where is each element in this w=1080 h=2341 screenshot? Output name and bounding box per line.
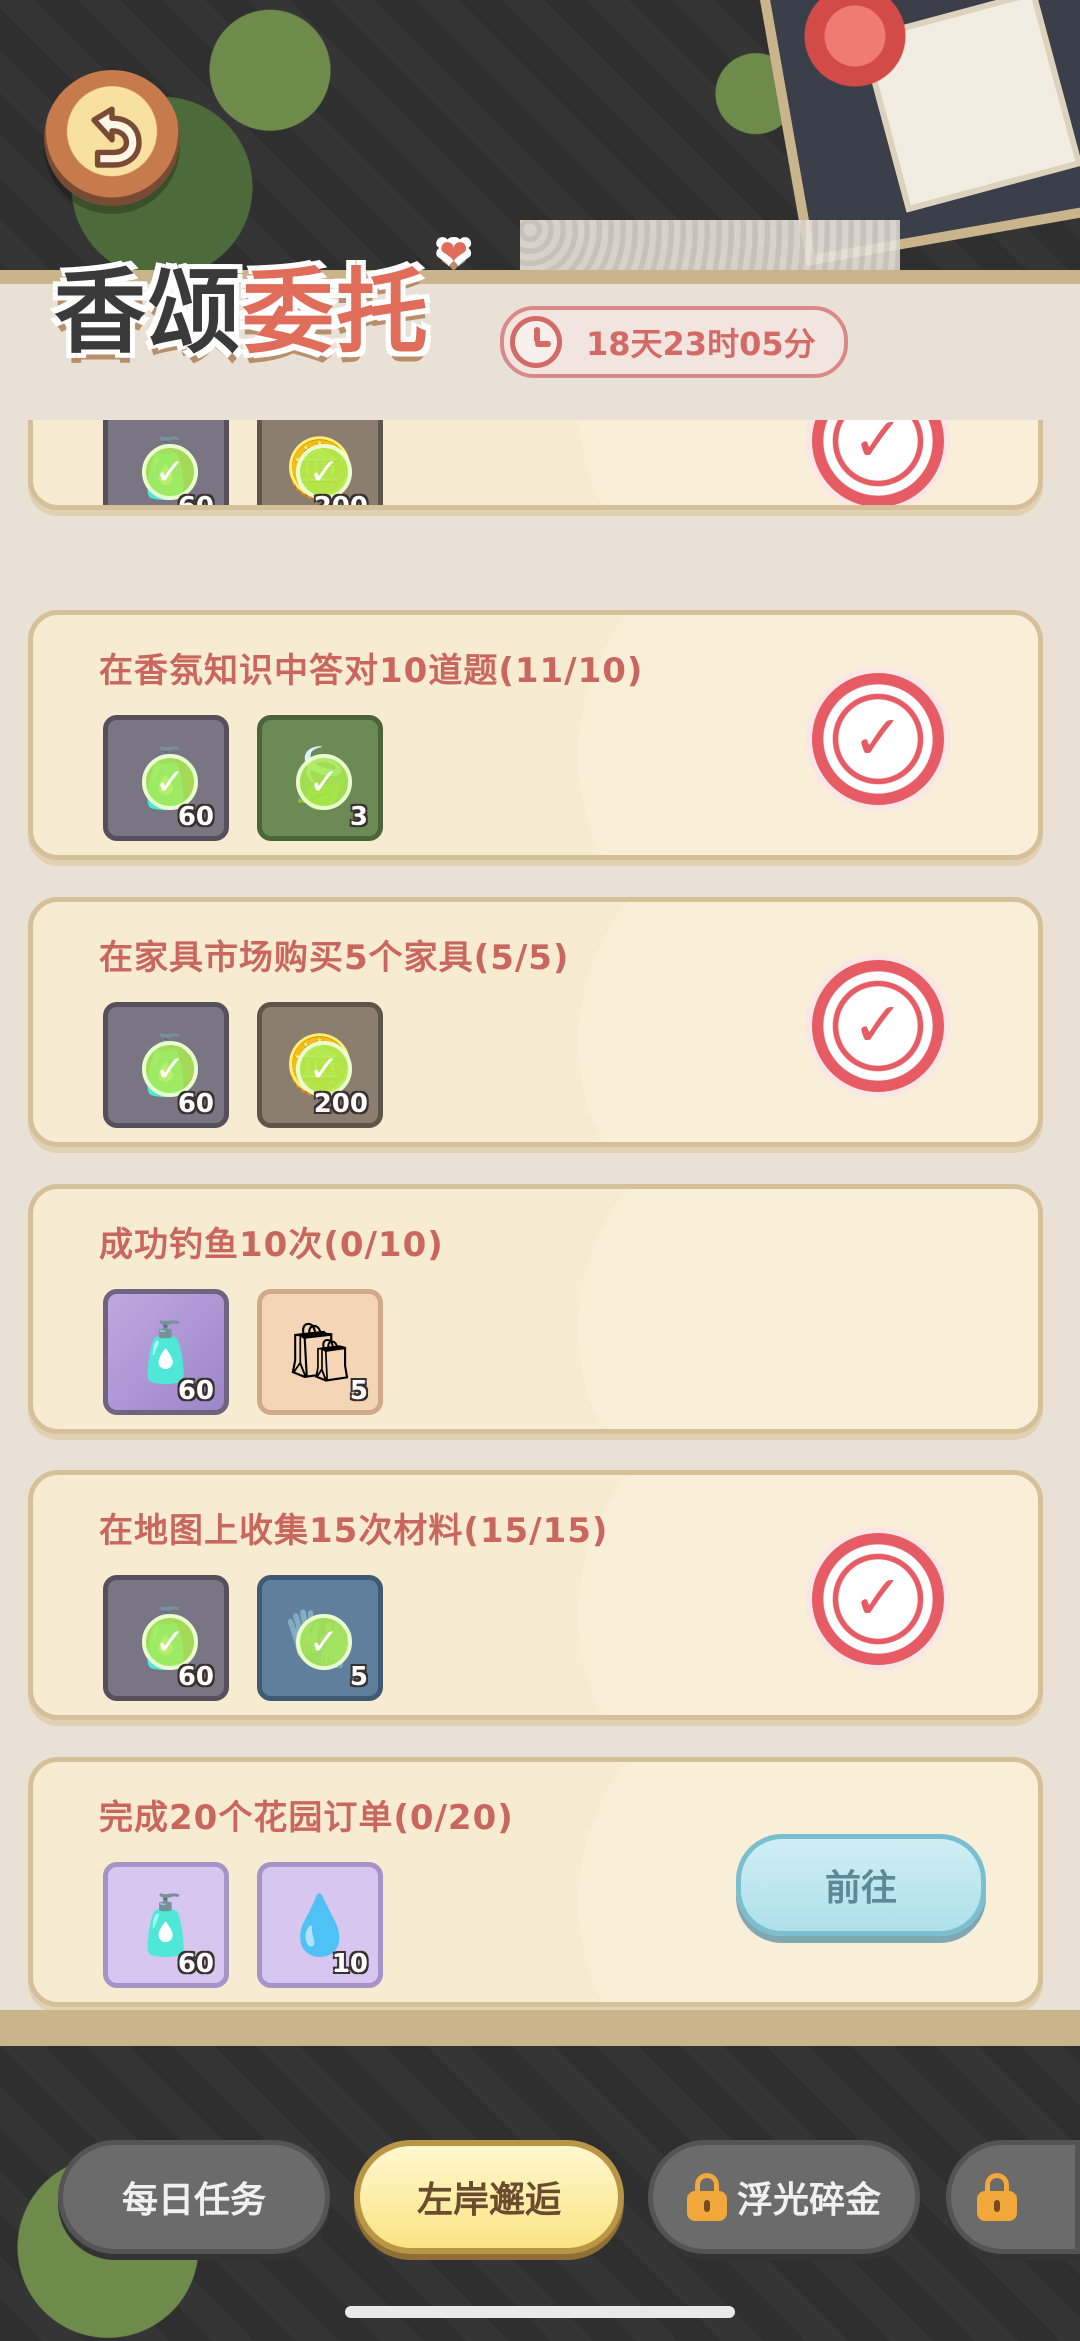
tab-label: 浮光碎金 <box>736 2180 881 2221</box>
timer-text: 18天23时05分 <box>586 325 816 363</box>
home-indicator <box>345 2306 735 2318</box>
reward-quantity: 60 <box>177 1089 214 1119</box>
reward-item[interactable]: 🪙 ✓ 200 <box>257 1002 383 1128</box>
go-button[interactable]: 前往 <box>736 1834 986 1936</box>
bottom-tabs: 每日任务 左岸邂逅 浮光碎金 <box>0 2140 1080 2260</box>
rose-decoration <box>790 0 920 90</box>
task-card: 🧴 ✓ 60 🪙 ✓ 200 ✓ <box>28 420 1043 510</box>
reward-quantity: 60 <box>177 1662 214 1692</box>
reward-item[interactable]: 🛍 5 <box>257 1289 383 1415</box>
claimed-check-icon: ✓ <box>296 754 352 810</box>
tab-left-bank[interactable]: 左岸邂逅 <box>354 2140 624 2254</box>
reward-item[interactable]: 🧴 ✓ 60 <box>103 420 229 510</box>
reward-item[interactable]: 🧤 ✓ 5 <box>257 1575 383 1701</box>
task-title: 完成20个花园订单(0/20) <box>99 1798 514 1838</box>
tab-locked-more[interactable] <box>946 2140 1080 2254</box>
task-title: 成功钓鱼10次(0/10) <box>99 1225 444 1265</box>
lock-icon <box>977 2173 1017 2221</box>
reward-quantity: 3 <box>349 802 368 832</box>
completed-stamp-icon: ✓ <box>812 1533 944 1665</box>
task-card: 完成20个花园订单(0/20) 🧴 60 💧 10 前往 <box>28 1757 1043 2007</box>
reward-quantity: 60 <box>177 492 214 510</box>
footer-band <box>0 2010 1080 2046</box>
title-part-1: 香颂 <box>54 259 243 366</box>
reward-item[interactable]: 🍃 ✓ 3 <box>257 715 383 841</box>
reward-item[interactable]: 🧴 ✓ 60 <box>103 1575 229 1701</box>
task-title: 在地图上收集15次材料(15/15) <box>99 1511 609 1551</box>
reward-quantity: 200 <box>313 492 368 510</box>
reward-item[interactable]: 🧴 ✓ 60 <box>103 715 229 841</box>
reward-quantity: 5 <box>349 1376 368 1406</box>
claimed-check-icon: ✓ <box>296 1614 352 1670</box>
heart-icon: ❤ <box>439 233 471 273</box>
task-card: 在地图上收集15次材料(15/15) 🧴 ✓ 60 🧤 ✓ 5 ✓ <box>28 1470 1043 1720</box>
tab-label: 每日任务 <box>121 2180 266 2221</box>
completed-stamp-icon: ✓ <box>812 673 944 805</box>
tab-label: 左岸邂逅 <box>416 2180 561 2221</box>
reward-item[interactable]: 🧴 ✓ 60 <box>103 1002 229 1128</box>
reward-quantity: 10 <box>331 1949 368 1979</box>
task-card: 成功钓鱼10次(0/10) 🧴 60 🛍 5 <box>28 1184 1043 1434</box>
task-card: 在家具市场购买5个家具(5/5) 🧴 ✓ 60 🪙 ✓ 200 ✓ <box>28 897 1043 1147</box>
tab-daily-tasks[interactable]: 每日任务 <box>58 2140 330 2254</box>
task-list[interactable]: 🧴 ✓ 60 🪙 ✓ 200 ✓ 在香氛知识中答对10道题(11/10) 🧴 ✓… <box>0 420 1080 2020</box>
task-title: 在家具市场购买5个家具(5/5) <box>99 938 570 978</box>
title-part-2: 委托 <box>242 259 431 366</box>
reward-quantity: 60 <box>177 802 214 832</box>
back-button[interactable] <box>44 70 180 206</box>
back-arrow-icon <box>91 106 142 168</box>
tab-floating-light[interactable]: 浮光碎金 <box>648 2140 920 2254</box>
event-timer: 18天23时05分 <box>500 306 848 378</box>
reward-quantity: 5 <box>349 1662 368 1692</box>
task-card: 在香氛知识中答对10道题(11/10) 🧴 ✓ 60 🍃 ✓ 3 ✓ <box>28 610 1043 860</box>
reward-item[interactable]: 💧 10 <box>257 1862 383 1988</box>
page-title: 香颂委托 ❤ <box>54 233 468 371</box>
task-title: 在香氛知识中答对10道题(11/10) <box>99 651 644 691</box>
reward-item[interactable]: 🪙 ✓ 200 <box>257 420 383 510</box>
completed-stamp-icon: ✓ <box>812 960 944 1092</box>
reward-quantity: 60 <box>177 1376 214 1406</box>
clock-icon <box>510 316 562 368</box>
reward-item[interactable]: 🧴 60 <box>103 1862 229 1988</box>
reward-quantity: 60 <box>177 1949 214 1979</box>
reward-item[interactable]: 🧴 60 <box>103 1289 229 1415</box>
lock-icon <box>686 2173 727 2221</box>
reward-quantity: 200 <box>313 1089 368 1119</box>
